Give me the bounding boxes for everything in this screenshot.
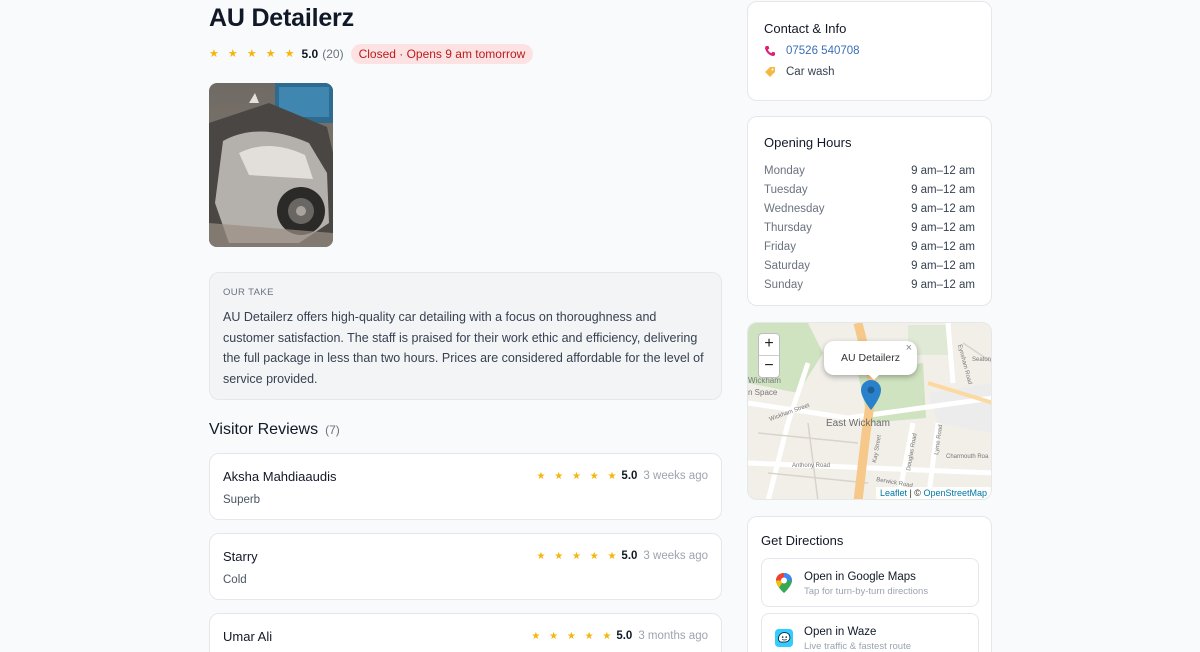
hours-row: Sunday 9 am–12 am [764,275,975,294]
review-stars: ★ ★ ★ ★ ★ [536,550,620,562]
google-maps-label: Open in Google Maps [804,571,916,583]
popup-close-button[interactable]: × [906,331,912,365]
review-author: Starry [223,549,258,564]
car-wash-photo [209,83,333,247]
hours-row: Thursday 9 am–12 am [764,218,975,237]
hours-title: Opening Hours [764,135,852,150]
category-label: Car wash [786,66,835,78]
google-maps-icon [776,573,792,593]
category-row: Car wash [764,66,975,78]
hours-day: Tuesday [764,183,808,196]
zoom-in-button[interactable]: + [759,334,779,356]
hours-day: Monday [764,164,805,177]
waze-icon [775,629,793,647]
popup-label: AU Detailerz [841,352,900,364]
tag-icon [765,67,775,77]
review-author: Umar Ali [223,629,273,644]
review-stars: ★ ★ ★ ★ ★ [536,470,620,482]
waze-label: Open in Waze [804,626,877,638]
map-pin-icon[interactable] [861,380,881,410]
contact-title: Contact & Info [764,21,847,36]
review-text: Superb [223,494,261,506]
opening-hours-card: Opening Hours Monday 9 am–12 am Tuesday 9 … [747,116,992,306]
review-score: 5.0 [616,630,633,642]
osm-link[interactable]: OpenStreetMap [923,488,987,498]
review-card: Aksha Mahdiaaudis ★ ★ ★ ★ ★ 5.0 3 weeks … [209,453,722,520]
directions-card: Get Directions Open in Google Maps Tap f… [747,516,992,652]
hours-time: 9 am–12 am [911,278,975,291]
street-label: Anthony Road [792,463,830,469]
hours-row: Monday 9 am–12 am [764,161,975,180]
hours-time: 9 am–12 am [911,240,975,253]
leaflet-link[interactable]: Leaflet [880,488,907,498]
hours-list: Monday 9 am–12 am Tuesday 9 am–12 am Wedne… [764,161,975,294]
hours-row: Friday 9 am–12 am [764,237,975,256]
hours-time: 9 am–12 am [911,259,975,272]
directions-title: Get Directions [761,533,844,548]
rating-summary: ★ ★ ★ ★ ★ 5.0 (20) Closed · Opens 9 am t… [209,43,534,64]
status-badge: Closed · Opens 9 am tomorrow [350,43,534,64]
review-text: Cold [223,574,247,586]
business-name: AU Detailerz [209,4,354,32]
review-stars: ★ ★ ★ ★ ★ [531,630,615,642]
hours-row: Tuesday 9 am–12 am [764,180,975,199]
review-score: 5.0 [621,470,638,482]
location-map[interactable]: Wickham Street Anthony Road Berwick Road… [747,322,992,500]
attribution-sep: | © [906,488,924,498]
reviews-count: (7) [325,423,340,437]
review-time: 3 weeks ago [643,550,708,562]
hours-day: Thursday [764,221,812,234]
rating-value: 5.0 [301,46,319,61]
rating-count: (20) [322,46,344,61]
hours-time: 9 am–12 am [911,164,975,177]
hours-time: 9 am–12 am [911,183,975,196]
map-attribution: Leaflet | © OpenStreetMap [875,487,991,499]
hours-row: Wednesday 9 am–12 am [764,199,975,218]
google-maps-option[interactable]: Open in Google Maps Tap for turn-by-turn… [761,558,979,607]
hours-day: Sunday [764,278,804,291]
reviews-title: Visitor Reviews [209,421,319,438]
waze-sub: Live traffic & fastest route [804,641,912,652]
review-card: Starry ★ ★ ★ ★ ★ 5.0 3 weeks ago Cold [209,533,722,600]
hours-row: Saturday 9 am–12 am [764,256,975,275]
business-photo[interactable] [209,83,333,247]
zoom-out-button[interactable]: − [759,356,779,378]
our-take-label: OUR TAKE [223,287,274,298]
review-time: 3 months ago [638,630,708,642]
review-meta: ★ ★ ★ ★ ★ 5.0 3 months ago [531,630,708,642]
our-take-card: OUR TAKE AU Detailerz offers high-qualit… [209,272,722,400]
review-score: 5.0 [621,550,638,562]
place-label: East Wickham [826,418,890,429]
rating-stars: ★ ★ ★ ★ ★ [209,48,298,60]
review-author: Aksha Mahdiaaudis [223,469,337,484]
hours-day: Wednesday [764,202,825,215]
contact-card: Contact & Info 07526 540708 Car wash [747,1,992,101]
hours-time: 9 am–12 am [911,221,975,234]
map-popup: AU Detailerz × [824,341,917,375]
street-label: Seaton [972,357,991,363]
review-meta: ★ ★ ★ ★ ★ 5.0 3 weeks ago [536,470,708,482]
review-time: 3 weeks ago [643,470,708,482]
zoom-control: + − [758,333,780,378]
reviews-heading: Visitor Reviews (7) [209,421,340,439]
street-label: n Space [748,388,778,397]
review-meta: ★ ★ ★ ★ ★ 5.0 3 weeks ago [536,550,708,562]
google-maps-sub: Tap for turn-by-turn directions [804,586,929,597]
phone-link[interactable]: 07526 540708 [786,45,860,57]
phone-icon [764,46,775,57]
review-card: Umar Ali ★ ★ ★ ★ ★ 5.0 3 months ago [209,613,722,652]
street-label: Charmouth Roa [946,454,989,460]
hours-day: Friday [764,240,796,253]
our-take-text: AU Detailerz offers high-quality car det… [223,310,704,386]
waze-option[interactable]: Open in Waze Live traffic & fastest rout… [761,613,979,652]
phone-row[interactable]: 07526 540708 [764,45,975,57]
hours-day: Saturday [764,259,811,272]
hours-time: 9 am–12 am [911,202,975,215]
